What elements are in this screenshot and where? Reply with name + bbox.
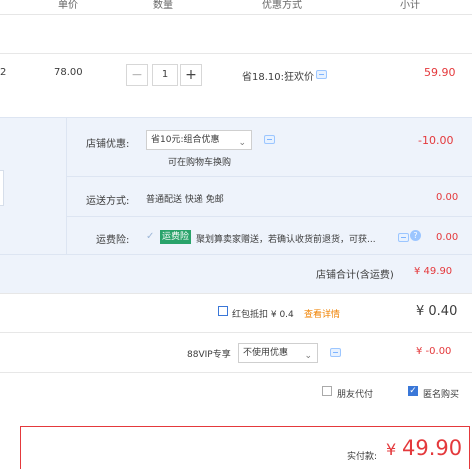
shop-discount-note: 可在购物车换购 — [168, 158, 232, 168]
checkbox-disabled-icon: ✓ — [146, 231, 155, 242]
pay-amount: 49.90 — [402, 436, 463, 460]
increase-button[interactable]: + — [180, 64, 202, 86]
item-price: 78.00 — [54, 67, 83, 78]
anonymous-label: 匿名购买 — [423, 390, 460, 400]
insurance-text: 聚划算卖家赠送，若确认收货前退货，可获... — [196, 235, 376, 245]
pay-currency: ¥ — [386, 440, 397, 459]
shipping-value: 普通配送 快递 免邮 — [146, 195, 224, 205]
message-box-edge — [0, 170, 4, 206]
chat-icon[interactable] — [316, 70, 327, 79]
view-details-link[interactable]: 查看详情 — [304, 307, 340, 320]
vip88-amount: ¥ -0.00 — [416, 346, 452, 357]
item-subtotal: 59.90 — [424, 66, 456, 79]
divider — [0, 372, 472, 373]
vip88-label: 88VIP专享 — [187, 350, 231, 360]
quantity-stepper: − 1 + — [126, 64, 202, 86]
vip88-select[interactable]: 不使用优惠 ⌄ — [238, 343, 318, 363]
shop-discount-amount: -10.00 — [418, 134, 454, 147]
insurance-label: 运费险: — [96, 235, 130, 246]
shop-total-row — [0, 255, 472, 293]
divider — [0, 53, 472, 54]
chevron-down-icon: ⌄ — [304, 351, 312, 361]
decrease-button[interactable]: − — [126, 64, 148, 86]
shop-discount-value: 省10元:组合优惠 — [151, 135, 220, 145]
shop-discount-label: 店铺优惠: — [86, 139, 130, 150]
divider — [0, 293, 472, 294]
friend-pay-checkbox[interactable] — [322, 386, 332, 396]
red-packet-label: 红包抵扣 ¥ 0.4 — [232, 310, 294, 320]
help-icon[interactable]: ? — [410, 230, 421, 241]
header-quantity: 数量 — [153, 0, 173, 11]
item-index: 2 — [0, 67, 7, 78]
chat-icon[interactable] — [264, 135, 275, 144]
chat-icon[interactable] — [330, 348, 341, 357]
quantity-input[interactable]: 1 — [152, 64, 178, 86]
item-discount-text: 省18.10:狂欢价 — [242, 72, 314, 83]
friend-pay-label: 朋友代付 — [337, 390, 374, 400]
table-header: 单价 数量 优惠方式 小计 — [0, 0, 472, 15]
shipping-label: 运送方式: — [86, 196, 130, 207]
header-subtotal: 小计 — [400, 0, 420, 11]
header-discount-method: 优惠方式 — [262, 0, 302, 11]
shop-discount-select[interactable]: 省10元:组合优惠 ⌄ — [146, 130, 252, 150]
insurance-badge: 运费险 — [160, 230, 192, 244]
anonymous-checkbox[interactable]: ✓ — [408, 386, 418, 396]
header-unit-price: 单价 — [58, 0, 78, 11]
divider — [0, 332, 472, 333]
vip88-value: 不使用优惠 — [243, 348, 289, 358]
divider — [0, 117, 472, 118]
divider — [66, 216, 472, 217]
red-packet-checkbox[interactable] — [218, 306, 228, 316]
chat-icon[interactable] — [398, 233, 409, 242]
shipping-amount: 0.00 — [436, 192, 459, 203]
shop-total-amount: ¥ 49.90 — [414, 266, 453, 277]
chevron-down-icon: ⌄ — [238, 138, 246, 148]
shop-total-label: 店铺合计(含运费) — [316, 270, 394, 281]
pay-label: 实付款: — [347, 452, 378, 462]
divider — [66, 176, 472, 177]
insurance-amount: 0.00 — [436, 232, 459, 243]
panel-separator — [66, 118, 67, 254]
red-packet-amount: ¥ 0.40 — [416, 304, 458, 319]
